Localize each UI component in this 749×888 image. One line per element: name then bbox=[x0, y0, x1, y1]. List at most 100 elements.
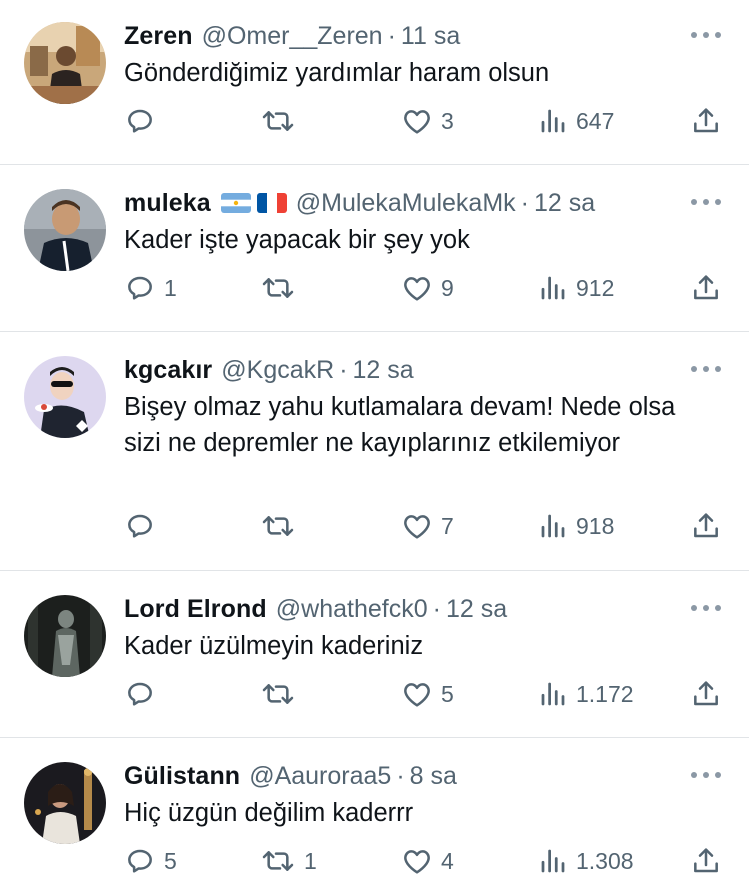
like-button[interactable]: 4 bbox=[401, 844, 454, 878]
share-icon bbox=[694, 275, 718, 300]
avatar[interactable] bbox=[24, 22, 106, 104]
avatar-image bbox=[24, 189, 106, 271]
tweet-divider bbox=[0, 164, 749, 165]
action-bar: 1 9 912 bbox=[124, 271, 728, 305]
view-count: 1.308 bbox=[576, 847, 634, 874]
reply-icon bbox=[128, 276, 152, 300]
display-name[interactable]: Gülistann bbox=[124, 760, 240, 792]
like-icon bbox=[404, 110, 430, 134]
tweet-header: muleka @MulekaMulekaMk · 12 sa bbox=[124, 187, 595, 219]
views-button[interactable]: 918 bbox=[538, 509, 614, 543]
share-icon bbox=[694, 681, 718, 706]
tweet[interactable]: Zeren @Omer__Zeren · 11 sa Gönderdiğimiz… bbox=[0, 0, 749, 165]
share-button[interactable] bbox=[690, 509, 722, 543]
share-button[interactable] bbox=[690, 271, 722, 305]
like-icon bbox=[404, 683, 430, 707]
name-flags bbox=[220, 193, 287, 213]
separator-dot: · bbox=[432, 595, 441, 623]
like-button[interactable]: 7 bbox=[401, 509, 454, 543]
like-count: 4 bbox=[441, 847, 454, 874]
tweet-text: Gönderdiğimiz yardımlar haram olsun bbox=[124, 59, 550, 87]
tweet-text: Bişey olmaz yahu kutlamalara devam! Nede… bbox=[124, 393, 676, 457]
retweet-button[interactable] bbox=[260, 677, 304, 711]
display-name[interactable]: kgcakır bbox=[124, 354, 212, 386]
tweet-divider bbox=[0, 570, 749, 571]
tweet[interactable]: Lord Elrond @whathefck0 · 12 sa Kader üz… bbox=[0, 573, 749, 738]
tweet-divider bbox=[0, 331, 749, 332]
more-icon[interactable] bbox=[691, 359, 721, 379]
separator-dot: · bbox=[520, 189, 529, 217]
reply-button[interactable] bbox=[124, 509, 164, 543]
separator-dot: · bbox=[387, 22, 396, 50]
like-icon bbox=[404, 515, 430, 539]
views-button[interactable]: 1.308 bbox=[538, 844, 634, 878]
tweet-text: Kader işte yapacak bir şey yok bbox=[124, 226, 470, 254]
retweet-button[interactable] bbox=[260, 104, 304, 138]
tweet-header: Lord Elrond @whathefck0 · 12 sa bbox=[124, 593, 507, 625]
more-icon[interactable] bbox=[691, 765, 721, 785]
user-handle[interactable]: @whathefck0 bbox=[276, 593, 428, 625]
tweet[interactable]: kgcakır @KgcakR · 12 sa Bişey olmaz yahu… bbox=[0, 334, 749, 570]
views-icon bbox=[541, 276, 565, 300]
action-bar: 5 1 4 1.308 bbox=[124, 844, 728, 878]
timestamp[interactable]: 12 sa bbox=[446, 593, 507, 625]
share-button[interactable] bbox=[690, 677, 722, 711]
like-button[interactable]: 5 bbox=[401, 677, 454, 711]
tweet-text: Hiç üzgün değilim kaderrr bbox=[124, 799, 414, 827]
reply-button[interactable]: 1 bbox=[124, 271, 177, 305]
user-handle[interactable]: @KgcakR bbox=[221, 354, 334, 386]
views-icon bbox=[541, 849, 565, 873]
view-count: 912 bbox=[576, 274, 615, 301]
share-button[interactable] bbox=[690, 844, 722, 878]
avatar[interactable] bbox=[24, 762, 106, 844]
tweet-text: Kader üzülmeyin kaderiniz bbox=[124, 632, 424, 660]
retweet-button[interactable]: 1 bbox=[260, 844, 317, 878]
view-count: 1.172 bbox=[576, 680, 634, 707]
tweet-header: Zeren @Omer__Zeren · 11 sa bbox=[124, 20, 460, 52]
timestamp[interactable]: 11 sa bbox=[401, 20, 460, 52]
views-button[interactable]: 912 bbox=[538, 271, 614, 305]
views-icon bbox=[541, 109, 565, 133]
retweet-icon bbox=[262, 111, 294, 131]
views-button[interactable]: 647 bbox=[538, 104, 614, 138]
retweet-button[interactable] bbox=[260, 509, 304, 543]
tweet[interactable]: muleka @MulekaMulekaMk · 12 sa Kader işt… bbox=[0, 167, 749, 332]
reply-button[interactable]: 5 bbox=[124, 844, 177, 878]
separator-dot: · bbox=[339, 356, 348, 384]
avatar-image bbox=[24, 595, 106, 677]
tweet[interactable]: Gülistann @Aauroraa5 · 8 sa Hiç üzgün de… bbox=[0, 740, 749, 888]
timestamp[interactable]: 8 sa bbox=[410, 760, 457, 792]
reply-icon bbox=[128, 682, 152, 706]
tweet-header: Gülistann @Aauroraa5 · 8 sa bbox=[124, 760, 457, 792]
like-button[interactable]: 9 bbox=[401, 271, 454, 305]
share-button[interactable] bbox=[690, 104, 722, 138]
action-bar: 5 1.172 bbox=[124, 677, 728, 711]
france-flag-icon bbox=[256, 193, 287, 213]
reply-button[interactable] bbox=[124, 104, 164, 138]
user-handle[interactable]: @Omer__Zeren bbox=[202, 20, 383, 52]
reply-button[interactable] bbox=[124, 677, 164, 711]
avatar[interactable] bbox=[24, 356, 106, 438]
display-name[interactable]: Lord Elrond bbox=[124, 593, 267, 625]
retweet-button[interactable] bbox=[260, 271, 304, 305]
separator-dot: · bbox=[396, 762, 405, 790]
user-handle[interactable]: @MulekaMulekaMk bbox=[296, 187, 516, 219]
avatar[interactable] bbox=[24, 189, 106, 271]
display-name[interactable]: muleka bbox=[124, 187, 211, 219]
more-icon[interactable] bbox=[691, 192, 721, 212]
like-button[interactable]: 3 bbox=[401, 104, 454, 138]
share-icon bbox=[694, 848, 718, 873]
user-handle[interactable]: @Aauroraa5 bbox=[249, 760, 391, 792]
views-button[interactable]: 1.172 bbox=[538, 677, 634, 711]
retweet-icon bbox=[262, 851, 294, 871]
view-count: 918 bbox=[576, 512, 615, 539]
avatar[interactable] bbox=[24, 595, 106, 677]
argentina-flag-icon bbox=[220, 193, 251, 213]
more-icon[interactable] bbox=[691, 25, 721, 45]
timestamp[interactable]: 12 sa bbox=[353, 354, 414, 386]
more-icon[interactable] bbox=[691, 598, 721, 618]
display-name[interactable]: Zeren bbox=[124, 20, 193, 52]
tweet-divider bbox=[0, 737, 749, 738]
avatar-image bbox=[24, 356, 106, 438]
timestamp[interactable]: 12 sa bbox=[534, 187, 595, 219]
